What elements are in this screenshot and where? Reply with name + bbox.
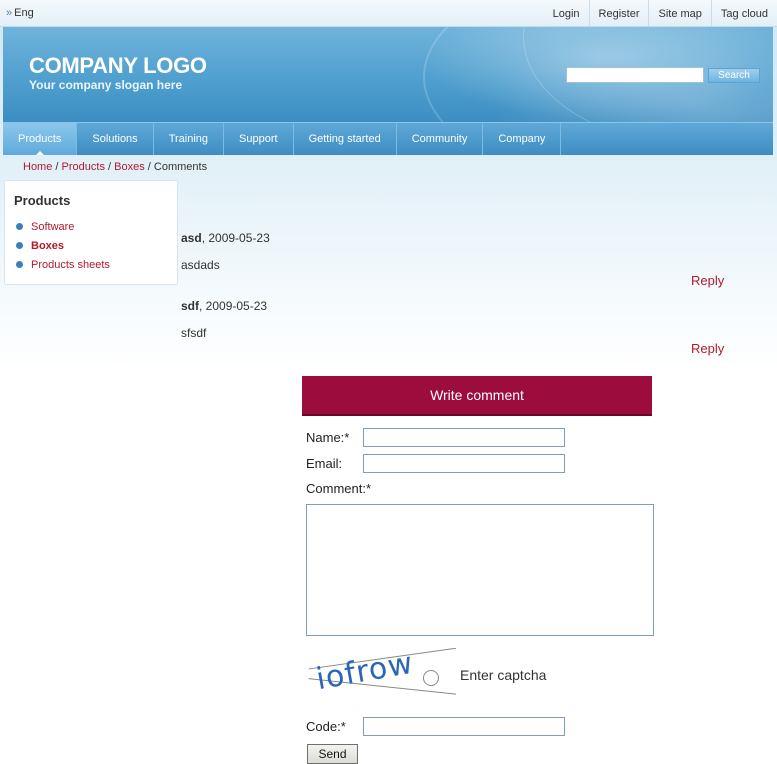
tag-cloud-link[interactable]: Tag cloud (710, 0, 777, 27)
captcha-noise-circle (423, 670, 439, 686)
sidebar-list: Software Boxes Products sheets (16, 217, 110, 274)
site-map-link[interactable]: Site map (648, 0, 710, 27)
nav-item-training[interactable]: Training (154, 123, 225, 155)
breadcrumb: Home / Products / Boxes / Comments (23, 161, 207, 173)
site-header: COMPANY LOGO Your company slogan here Se… (3, 27, 773, 123)
language-label: Eng (14, 7, 34, 19)
breadcrumb-separator: / (108, 161, 112, 173)
breadcrumb-separator: / (55, 161, 59, 173)
name-field[interactable] (363, 428, 565, 447)
breadcrumb-current: Comments (153, 161, 208, 173)
sidebar-title: Products (14, 193, 71, 208)
comment-date: , 2009-05-23 (199, 299, 268, 313)
comment-author: asd (181, 231, 202, 245)
company-logo[interactable]: COMPANY LOGO (29, 53, 207, 79)
company-slogan: Your company slogan here (29, 78, 183, 92)
sidebar-item-products-sheets[interactable]: Products sheets (16, 255, 110, 274)
login-link[interactable]: Login (544, 0, 589, 27)
captcha-text: iofrow (313, 648, 417, 698)
comment-header: sdf, 2009-05-23 (181, 299, 267, 313)
sidebar-item-label[interactable]: Boxes (31, 240, 64, 252)
nav-item-company[interactable]: Company (483, 123, 562, 155)
top-bar: » Eng Login Register Site map Tag cloud (0, 0, 777, 27)
reply-link[interactable]: Reply (691, 273, 724, 288)
sidebar-item-label[interactable]: Products sheets (31, 259, 110, 271)
comment-text: sfsdf (181, 326, 207, 340)
sidebar-item-label[interactable]: Software (31, 221, 74, 233)
name-label: Name:* (306, 430, 350, 445)
breadcrumb-products[interactable]: Products (62, 161, 105, 173)
sidebar: Products Software Boxes Products sheets (4, 180, 178, 285)
top-links: Login Register Site map Tag cloud (544, 0, 777, 27)
bullet-icon (16, 261, 23, 268)
comment-text: asdads (181, 258, 220, 272)
write-comment-title: Write comment (302, 376, 652, 416)
main-nav: Products Solutions Training Support Gett… (3, 122, 773, 155)
captcha-label: Enter captcha (460, 667, 547, 683)
nav-item-getting-started[interactable]: Getting started (294, 123, 397, 155)
search-input[interactable] (566, 67, 704, 83)
comment-author: sdf (181, 299, 199, 313)
comment-date: , 2009-05-23 (201, 231, 270, 245)
email-label: Email: (306, 456, 343, 471)
comment-header: asd, 2009-05-23 (181, 231, 270, 245)
bullet-icon (16, 223, 23, 230)
send-button[interactable]: Send (307, 744, 358, 764)
breadcrumb-separator: / (147, 161, 151, 173)
reply-link[interactable]: Reply (691, 341, 724, 356)
nav-item-community[interactable]: Community (397, 123, 484, 155)
breadcrumb-home[interactable]: Home (23, 161, 52, 173)
double-chevron-icon: » (6, 7, 13, 19)
comment-textarea[interactable] (306, 504, 654, 636)
code-field[interactable] (363, 717, 565, 736)
captcha-image: iofrow (308, 648, 456, 702)
language-selector[interactable]: » Eng (6, 7, 34, 19)
breadcrumb-boxes[interactable]: Boxes (114, 161, 145, 173)
comment-label: Comment:* (306, 481, 372, 496)
nav-item-products[interactable]: Products (3, 123, 78, 155)
email-field[interactable] (363, 454, 565, 473)
sidebar-item-boxes[interactable]: Boxes (16, 236, 110, 255)
nav-item-solutions[interactable]: Solutions (77, 123, 154, 155)
search-button[interactable]: Search (708, 68, 760, 83)
sidebar-item-software[interactable]: Software (16, 217, 110, 236)
nav-item-support[interactable]: Support (224, 123, 294, 155)
code-label: Code:* (306, 719, 346, 734)
register-link[interactable]: Register (588, 0, 649, 27)
bullet-icon (16, 242, 23, 249)
